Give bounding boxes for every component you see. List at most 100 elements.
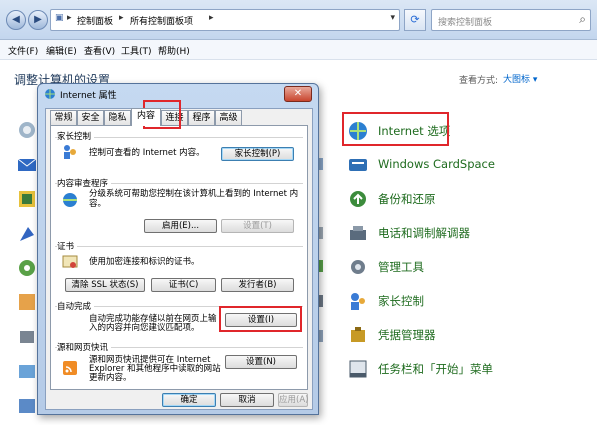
address-bar: ◀ ▶ ▣ ▸ 控制面板 ▸ 所有控制面板项 ▸ ▾ ⟳ 搜索控制面板 ⌕: [0, 0, 597, 40]
color-management-icon[interactable]: [16, 188, 38, 210]
highlight-internet-options: [342, 112, 449, 146]
button-label: 证书(C): [168, 280, 199, 290]
advisor-text-line1: 分级系统可帮助您控制在该计算机上看到的 Internet 内: [89, 189, 299, 199]
dialog-title: Internet 属性: [60, 91, 117, 101]
fonts-icon[interactable]: [16, 291, 38, 313]
advisor-settings-button: 设置(T): [221, 219, 294, 233]
button-label: 应用(A): [279, 395, 309, 405]
search-icon[interactable]: ⌕: [579, 12, 586, 27]
cp-item-phone-modem[interactable]: 电话和调制解调器: [347, 221, 487, 245]
group-title-certs: 证书: [57, 240, 78, 252]
view-by-dropdown[interactable]: 大图标 ▾: [503, 72, 537, 85]
chevron-right-icon[interactable]: ▸: [119, 13, 124, 23]
chevron-down-icon[interactable]: ▾: [390, 13, 395, 23]
highlight-autocomplete-settings: [219, 306, 302, 332]
tab-programs[interactable]: 程序: [188, 110, 215, 125]
cardspace-icon: [349, 159, 367, 171]
button-label: 确定: [180, 395, 198, 405]
menu-view[interactable]: 查看(V): [84, 44, 115, 57]
menu-edit[interactable]: 编辑(E): [46, 44, 77, 57]
default-programs-icon[interactable]: [16, 257, 38, 279]
button-label: 发行者(B): [238, 280, 277, 290]
tab-advanced[interactable]: 高级: [215, 110, 242, 125]
taskbar-icon: [349, 360, 367, 378]
enable-button[interactable]: 启用(E)...: [144, 219, 217, 233]
control-panel-small-icon: ▣: [55, 13, 64, 23]
view-by-label: 查看方式:: [459, 76, 499, 86]
cp-item-label: 管理工具: [378, 260, 424, 274]
backup-icon: [350, 191, 366, 207]
tab-general[interactable]: 常规: [50, 110, 77, 125]
parental-controls-icon: [64, 145, 76, 159]
certificates-button[interactable]: 证书(C): [151, 278, 216, 292]
tab-privacy[interactable]: 隐私: [104, 110, 131, 125]
forward-button[interactable]: ▶: [28, 10, 48, 30]
mail-icon[interactable]: [16, 154, 38, 176]
search-input[interactable]: 搜索控制面板 ⌕: [431, 9, 591, 31]
certificate-icon: [62, 255, 78, 268]
ok-button[interactable]: 确定: [162, 393, 216, 407]
cp-item-backup[interactable]: 备份和还原: [347, 187, 467, 211]
tab-content[interactable]: 内容: [131, 108, 161, 126]
group-title-feeds: 源和网页快讯: [57, 341, 112, 353]
cp-item-taskbar[interactable]: 任务栏和「开始」菜单: [347, 357, 507, 381]
address-box[interactable]: ▣ ▸ 控制面板 ▸ 所有控制面板项 ▸ ▾: [50, 9, 400, 31]
parental-text: 控制可查看的 Internet 内容。: [89, 148, 205, 158]
parental-controls-icon: [351, 293, 365, 310]
feeds-settings-button[interactable]: 设置(N): [225, 355, 297, 369]
cancel-button[interactable]: 取消: [220, 393, 274, 407]
phone-modem-icon: [350, 226, 366, 240]
dialog-body: 常规 安全 隐私 内容 连接 程序 高级 家长控制 控制可查看的 Interne…: [45, 100, 313, 410]
chevron-right-icon[interactable]: ▸: [67, 13, 72, 23]
breadcrumb-all-items[interactable]: 所有控制面板项: [130, 14, 193, 27]
programs-icon[interactable]: [16, 395, 38, 417]
certs-text: 使用加密连接和标识的证书。: [89, 257, 200, 267]
button-label: 启用(E)...: [161, 221, 200, 231]
parental-controls-button[interactable]: 家长控制(P): [221, 147, 294, 161]
group-divider: [55, 246, 303, 247]
clear-ssl-button[interactable]: 清除 SSL 状态(S): [65, 278, 145, 292]
devices-icon[interactable]: [16, 326, 38, 348]
cp-item-label: 备份和还原: [378, 192, 436, 206]
feed-icon: [63, 361, 77, 375]
chevron-right-icon[interactable]: ▸: [209, 13, 214, 23]
cp-item-admin-tools[interactable]: 管理工具: [347, 255, 467, 279]
close-button[interactable]: ✕: [284, 86, 312, 102]
cp-item-cardspace[interactable]: Windows CardSpace: [347, 153, 507, 177]
search-placeholder: 搜索控制面板: [438, 18, 493, 28]
button-label: 设置(T): [243, 221, 272, 231]
cp-item-credential-manager[interactable]: 凭据管理器: [347, 323, 467, 347]
button-label: 设置(N): [246, 357, 276, 367]
button-label: 清除 SSL 状态(S): [71, 280, 139, 290]
button-label: 家长控制(P): [234, 149, 281, 159]
menu-help[interactable]: 帮助(H): [158, 44, 190, 57]
internet-properties-dialog: Internet 属性 ✕ 常规 安全 隐私 内容 连接 程序 高级 家长控制 …: [37, 83, 319, 415]
credential-manager-icon: [351, 327, 365, 342]
breadcrumb-control-panel[interactable]: 控制面板: [77, 14, 113, 27]
publishers-button[interactable]: 发行者(B): [221, 278, 294, 292]
group-title-advisor: 内容审查程序: [57, 177, 112, 189]
tab-security[interactable]: 安全: [77, 110, 104, 125]
cp-item-parental-controls[interactable]: 家长控制: [347, 289, 467, 313]
pin-icon[interactable]: [16, 223, 38, 245]
button-label: 取消: [238, 395, 256, 405]
internet-options-icon: [45, 89, 55, 99]
menu-bar: 文件(F) 编辑(E) 查看(V) 工具(T) 帮助(H): [0, 40, 597, 60]
admin-tools-icon: [351, 260, 365, 274]
cp-item-label: Windows CardSpace: [378, 157, 495, 171]
sync-center-icon[interactable]: [16, 119, 38, 141]
refresh-button[interactable]: ⟳: [404, 9, 426, 31]
back-button[interactable]: ◀: [6, 10, 26, 30]
menu-tools[interactable]: 工具(T): [121, 44, 152, 57]
group-title-autocomplete: 自动完成: [57, 300, 95, 312]
troubleshooting-icon[interactable]: [16, 361, 38, 383]
cp-item-label: 凭据管理器: [378, 328, 436, 342]
content-tab-panel: 家长控制 控制可查看的 Internet 内容。 家长控制(P) 内容审查程序 …: [50, 125, 308, 390]
apply-button: 应用(A): [278, 393, 308, 407]
cp-item-label: 任务栏和「开始」菜单: [378, 362, 493, 376]
globe-icon: [63, 193, 77, 207]
group-title-parental: 家长控制: [57, 130, 95, 142]
advisor-text-line2: 容。: [89, 199, 107, 209]
menu-file[interactable]: 文件(F): [8, 44, 38, 57]
autocomplete-text-line2: 入的内容并向您建议匹配项。: [89, 323, 200, 333]
